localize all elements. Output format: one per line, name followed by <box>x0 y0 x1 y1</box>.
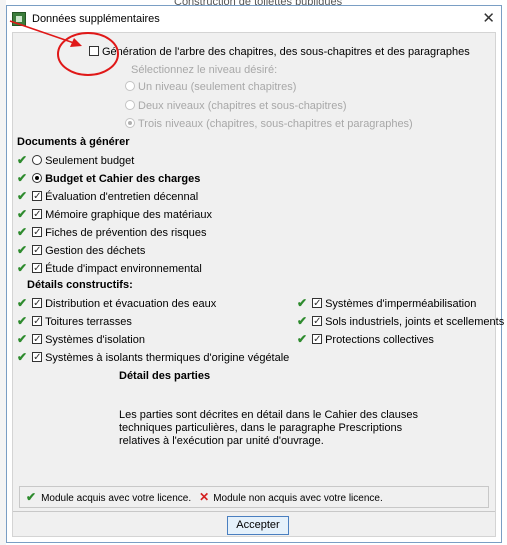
constructive-label: Systèmes à isolants thermiques d'origine… <box>45 352 290 364</box>
document-label: Étude d'impact environnemental <box>45 263 202 275</box>
document-label: Seulement budget <box>45 155 135 167</box>
documents-heading: Documents à générer <box>17 136 130 148</box>
acquired-check-icon: ✔ <box>17 207 28 221</box>
document-label: Gestion des déchets <box>45 245 146 257</box>
dialog-footer: Accepter <box>13 511 495 538</box>
select-level-label: Sélectionnez le niveau désiré: <box>131 64 278 76</box>
constructive-label: Distribution et évacuation des eaux <box>45 298 217 310</box>
constructive-checkbox[interactable] <box>312 332 323 348</box>
constructive-item[interactable]: ✔ Systèmes à isolants thermiques d'origin… <box>17 349 290 366</box>
document-checkbox[interactable] <box>32 261 43 277</box>
level-two-label: Deux niveaux (chapitres et sous-chapitre… <box>138 100 347 112</box>
level-three-label: Trois niveaux (chapitres, sous-chapitres… <box>138 118 413 130</box>
dialog-content: Génération de l'arbre des chapitres, des… <box>12 32 504 538</box>
acquired-check-icon: ✔ <box>17 296 28 310</box>
license-legend: ✔ Module acquis avec votre licence. ✕ Modul… <box>19 486 489 508</box>
dialog-title: Données supplémentaires <box>32 13 160 25</box>
constructive-label: Protections collectives <box>325 334 434 346</box>
legend-acquired: Module acquis avec votre licence. <box>41 493 192 504</box>
constructive-checkbox[interactable] <box>32 314 43 330</box>
document-item[interactable]: ✔ Fiches de prévention des risques <box>17 224 207 241</box>
acquired-check-icon: ✔ <box>17 225 28 239</box>
acquired-check-icon: ✔ <box>297 314 308 328</box>
level-option-two[interactable]: Deux niveaux (chapitres et sous-chapitre… <box>125 98 346 114</box>
document-radio[interactable] <box>32 155 43 165</box>
document-item[interactable]: ✔ Évaluation d'entretien décennal <box>17 188 199 205</box>
document-checkbox[interactable] <box>32 189 43 205</box>
constructive-item[interactable]: ✔ Protections collectives <box>297 331 434 348</box>
constructive-item[interactable]: ✔ Systèmes d'imperméabilisation <box>297 295 477 312</box>
document-item[interactable]: ✔ Seulement budget <box>17 152 134 168</box>
acquired-check-icon: ✔ <box>17 243 28 257</box>
level-option-three[interactable]: Trois niveaux (chapitres, sous-chapitres… <box>125 116 413 132</box>
document-label: Budget et Cahier des charges <box>45 173 201 185</box>
level-one-radio[interactable] <box>125 81 135 91</box>
level-one-label: Un niveau (seulement chapitres) <box>138 81 297 93</box>
not-acquired-cross-icon: ✕ <box>199 490 210 504</box>
parts-description: Les parties sont décrites en détail dans… <box>119 409 419 447</box>
document-label: Mémoire graphique des matériaux <box>45 209 212 221</box>
generation-checkbox[interactable] <box>89 46 99 56</box>
acquired-check-icon: ✔ <box>26 490 37 504</box>
constructive-label: Toitures terrasses <box>45 316 132 328</box>
constructive-checkbox[interactable] <box>312 296 323 312</box>
document-checkbox[interactable] <box>32 243 43 259</box>
constructive-checkbox[interactable] <box>32 350 43 366</box>
constructive-checkbox[interactable] <box>32 332 43 348</box>
acquired-check-icon: ✔ <box>17 332 28 346</box>
document-label: Fiches de prévention des risques <box>45 227 207 239</box>
document-item[interactable]: ✔ Mémoire graphique des matériaux <box>17 206 212 223</box>
app-icon <box>12 12 26 26</box>
acquired-check-icon: ✔ <box>17 171 28 185</box>
dialog-titlebar: Données supplémentaires ✕ <box>7 6 501 32</box>
accept-button[interactable]: Accepter <box>227 516 289 535</box>
level-three-radio[interactable] <box>125 118 135 128</box>
generation-label: Génération de l'arbre des chapitres, des… <box>102 46 470 58</box>
acquired-check-icon: ✔ <box>297 296 308 310</box>
document-item[interactable]: ✔ Étude d'impact environnemental <box>17 260 202 277</box>
acquired-check-icon: ✔ <box>17 153 28 167</box>
acquired-check-icon: ✔ <box>17 261 28 275</box>
constructive-label: Sols industriels, joints et scellements <box>325 316 505 328</box>
constructive-heading: Détails constructifs: <box>27 279 133 291</box>
constructive-checkbox[interactable] <box>312 314 323 330</box>
acquired-check-icon: ✔ <box>17 189 28 203</box>
document-item[interactable]: ✔ Budget et Cahier des charges <box>17 170 200 186</box>
constructive-label: Systèmes d'imperméabilisation <box>325 298 477 310</box>
parts-heading: Détail des parties <box>119 370 211 382</box>
level-option-one[interactable]: Un niveau (seulement chapitres) <box>125 79 296 95</box>
close-icon[interactable]: ✕ <box>482 9 495 27</box>
document-radio[interactable] <box>32 173 43 183</box>
legend-not-acquired: Module non acquis avec votre licence. <box>213 493 383 504</box>
acquired-check-icon: ✔ <box>17 314 28 328</box>
generation-option[interactable]: Génération de l'arbre des chapitres, des… <box>89 44 470 60</box>
document-checkbox[interactable] <box>32 207 43 223</box>
constructive-label: Systèmes d'isolation <box>45 334 145 346</box>
supplementary-data-dialog: Données supplémentaires ✕ Génération de … <box>6 5 504 543</box>
constructive-item[interactable]: ✔ Distribution et évacuation des eaux <box>17 295 217 312</box>
constructive-item[interactable]: ✔ Sols industriels, joints et scellements <box>297 313 505 330</box>
document-item[interactable]: ✔ Gestion des déchets <box>17 242 146 259</box>
document-label: Évaluation d'entretien décennal <box>45 191 199 203</box>
acquired-check-icon: ✔ <box>297 332 308 346</box>
acquired-check-icon: ✔ <box>17 350 28 364</box>
constructive-item[interactable]: ✔ Toitures terrasses <box>17 313 132 330</box>
constructive-checkbox[interactable] <box>32 296 43 312</box>
level-two-radio[interactable] <box>125 100 135 110</box>
document-checkbox[interactable] <box>32 225 43 241</box>
constructive-item[interactable]: ✔ Systèmes d'isolation <box>17 331 145 348</box>
